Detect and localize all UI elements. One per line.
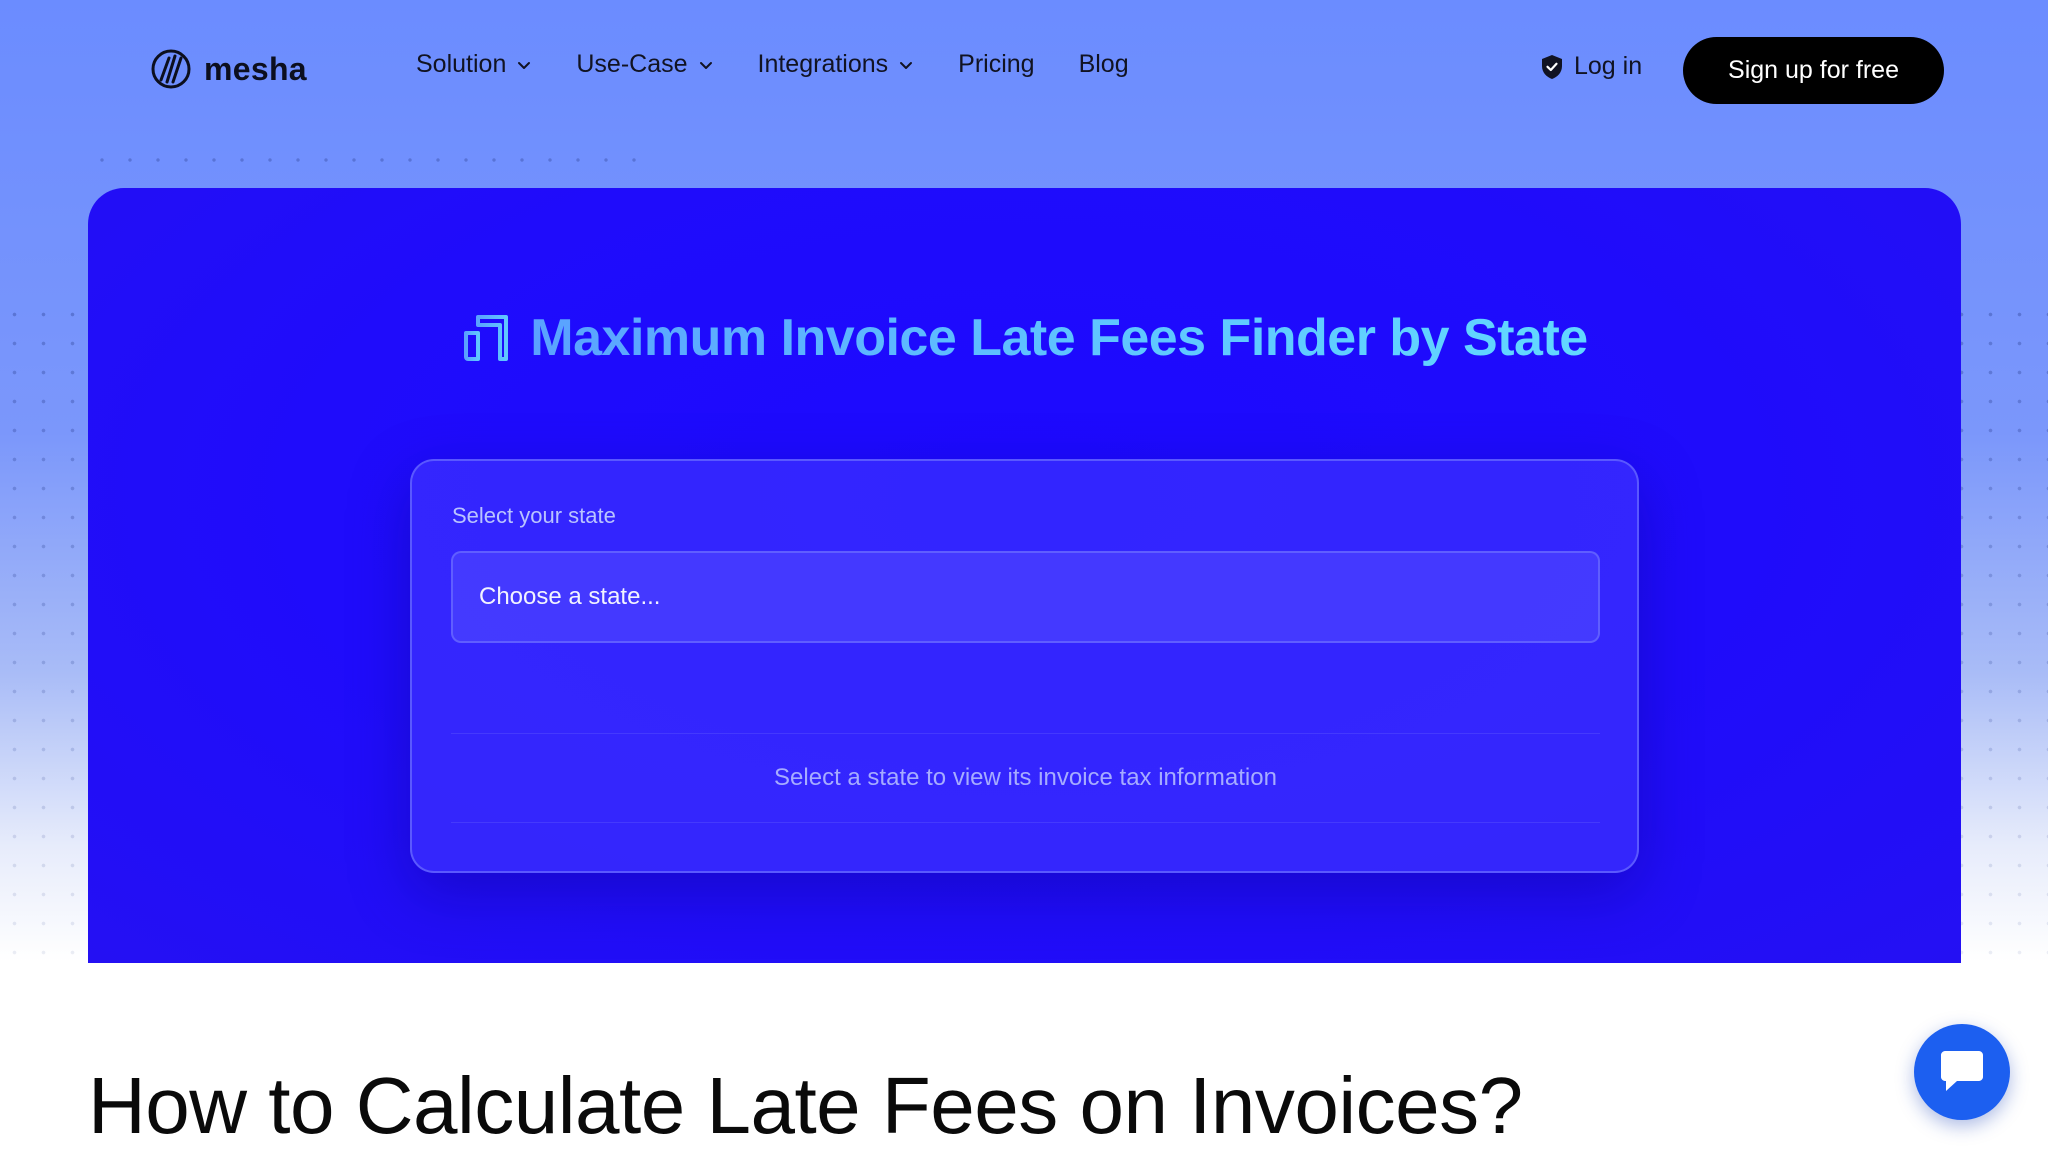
chat-button[interactable] <box>1914 1024 2010 1120</box>
nav-item-integrations[interactable]: Integrations <box>758 50 915 79</box>
brand-logo[interactable]: mesha <box>150 48 307 90</box>
brand-name: mesha <box>204 50 307 87</box>
nav-item-label: Blog <box>1078 50 1129 78</box>
nav-item-label: Integrations <box>757 50 889 78</box>
state-select[interactable]: Choose a state... <box>451 551 1600 643</box>
signup-button[interactable]: Sign up for free <box>1683 37 1944 104</box>
nav-item-label: Solution <box>416 50 507 78</box>
nav-item-label: Use-Case <box>576 50 688 78</box>
state-select-label: Select your state <box>452 503 616 528</box>
chat-icon <box>1941 1051 1983 1091</box>
shield-icon <box>1542 54 1562 79</box>
nav-item-label: Pricing <box>958 50 1035 78</box>
receipt-icon <box>464 315 509 361</box>
mesha-logo-icon <box>151 49 191 89</box>
main-nav: Solution Use-Case Integrations Pricing B… <box>416 50 1173 79</box>
section-heading: How to Calculate Late Fees on Invoices? <box>88 1061 1523 1150</box>
navbar: mesha Solution Use-Case Integrations Pri… <box>0 0 2048 140</box>
nav-item-pricing[interactable]: Pricing <box>958 50 1034 79</box>
dot-pattern-top <box>88 150 648 170</box>
hero-title: Maximum Invoice Late Fees Finder by Stat… <box>0 308 2048 368</box>
page: mesha Solution Use-Case Integrations Pri… <box>0 0 2048 1152</box>
nav-item-use-case[interactable]: Use-Case <box>576 50 713 79</box>
page-title: Maximum Invoice Late Fees Finder by Stat… <box>530 309 1588 367</box>
finder-panel: Select your state Choose a state... Sele… <box>410 459 1639 873</box>
chevron-down-icon <box>900 61 913 69</box>
empty-state-message: Select a state to view its invoice tax i… <box>451 733 1600 823</box>
chevron-down-icon <box>699 61 712 69</box>
nav-item-blog[interactable]: Blog <box>1079 50 1129 79</box>
login-label: Log in <box>1574 52 1643 80</box>
login-link[interactable]: Log in <box>1540 52 1642 81</box>
chevron-down-icon <box>518 61 531 69</box>
nav-item-solution[interactable]: Solution <box>416 50 532 79</box>
